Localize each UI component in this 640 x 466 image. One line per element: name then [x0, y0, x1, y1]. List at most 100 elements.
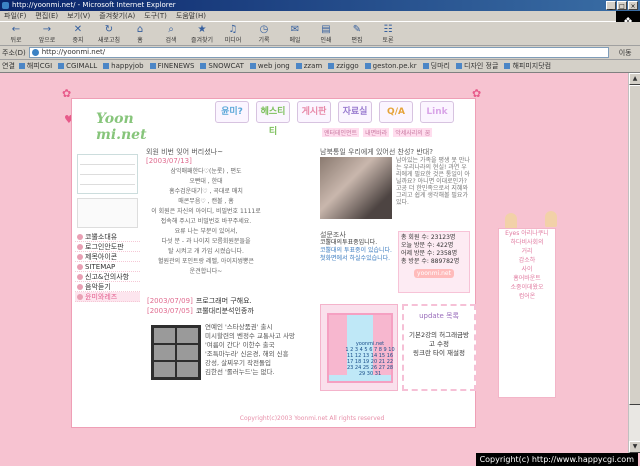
refresh-button[interactable]: ↻ 새로고침	[95, 22, 123, 44]
print-button[interactable]: ▤ 인쇄	[312, 22, 340, 44]
nav-qa[interactable]: Q/A	[379, 101, 413, 123]
nav-intro[interactable]: 윤미?	[215, 101, 249, 123]
toolbar: ← 뒤로 → 앞으로 ✕ 중지 ↻ 새로고침 ⌂ 홈 ⌕ 검색 ★ 즐겨찾기 ♫ 미디어 ◷ 기록…	[0, 22, 640, 46]
qa-row[interactable]: [2003/07/05] 코뿔대리분석인종까	[147, 306, 315, 316]
link-item[interactable]: SNOWCAT	[200, 62, 244, 70]
nav-board[interactable]: 게시판	[297, 101, 331, 123]
site-logo[interactable]: Yoon mi.net	[82, 103, 152, 143]
refresh-icon: ↻	[104, 24, 114, 35]
menu-item[interactable]: SITEMAP	[75, 262, 140, 272]
print-icon: ▤	[321, 24, 331, 35]
side-item[interactable]: 거리	[499, 248, 555, 256]
notice-title[interactable]: 외원 비번 잊어 버리셨나~	[146, 148, 223, 156]
stop-icon: ✕	[73, 24, 83, 35]
poll-result[interactable]: 코뿔대의 투표중이 있습니다. 첫화면에서 하실수있습니다.	[320, 247, 392, 263]
forward-button[interactable]: → 앞으로	[33, 22, 61, 44]
menu-favorites[interactable]: 즐겨찾기(A)	[99, 11, 135, 21]
subnav-item[interactable]: 악세사리의 꿈	[393, 128, 433, 137]
nav-link[interactable]: Link	[420, 101, 454, 123]
link-item[interactable]: 해피미지닷컴	[504, 61, 551, 71]
menu-bar: 파일(F) 편집(E) 보기(V) 즐겨찾기(A) 도구(T) 도움말(H) ❖	[0, 11, 640, 33]
side-item[interactable]: 감소하	[499, 257, 555, 265]
feature-title[interactable]: 남북통일 우리에게 있어선 찬성? 반대?	[320, 147, 470, 157]
link-item[interactable]: 딩마리	[423, 61, 450, 71]
address-input[interactable]: http://yoonmi.net/	[28, 47, 609, 58]
link-item[interactable]: web jong	[250, 62, 290, 70]
menu-file[interactable]: 파일(F)	[4, 11, 26, 21]
gallery-photo[interactable]	[151, 325, 201, 380]
side-item[interactable]: 홈어바운트	[499, 275, 555, 283]
menu-item[interactable]: 코뿔소대유	[75, 232, 140, 242]
gallery-list: 연예인 '스타상품권' 출시 미시할련의 벤정수 교통사고 사망 '여름이 간다…	[205, 323, 313, 377]
link-item[interactable]: FINENEWS	[150, 62, 195, 70]
notice-line: 혈원관의 포인트랑 레벨, 아이지썽뽕은	[158, 258, 254, 265]
back-button[interactable]: ← 뒤로	[2, 22, 30, 44]
side-item[interactable]: 컴어온	[499, 293, 555, 301]
feature-photo	[320, 157, 392, 219]
menu-item[interactable]: 신고&건의사항	[75, 272, 140, 282]
link-item[interactable]: geston.pe.kr	[365, 62, 417, 70]
go-button[interactable]: 이동	[619, 48, 632, 58]
link-item[interactable]: zzam	[296, 62, 322, 70]
link-item[interactable]: zziggo	[328, 62, 358, 70]
side-item[interactable]: 하다비사회의	[499, 239, 555, 247]
menu-view[interactable]: 보기(V)	[67, 11, 90, 21]
menu-item[interactable]: 로그인안도판	[75, 242, 140, 252]
menu-item[interactable]: 제목아이콘	[75, 252, 140, 262]
vertical-scrollbar[interactable]: ▲ ▼	[628, 73, 640, 453]
poll-block: 설문조사 코뿔대의투표중입니다. 코뿔대의 투표중이 있습니다. 첫화면에서 하…	[320, 231, 392, 263]
menu-tools[interactable]: 도구(T)	[144, 11, 167, 21]
notice-line: 접속해 주시고 비밀번호 바꾸주세요.	[160, 218, 252, 225]
gallery-item[interactable]: 연예인 '스타상품권' 출시	[205, 323, 313, 332]
nav-hestiti[interactable]: 헤스티티	[256, 101, 290, 137]
nav-archive[interactable]: 자료실	[338, 101, 372, 123]
search-button[interactable]: ⌕ 검색	[157, 22, 185, 44]
favorites-button[interactable]: ★ 즐겨찾기	[188, 22, 216, 44]
subnav-item[interactable]: 내면바라	[363, 128, 390, 137]
history-button[interactable]: ◷ 기록	[250, 22, 278, 44]
menu-help[interactable]: 도움말(H)	[176, 11, 206, 21]
mail-icon: ✉	[290, 24, 300, 35]
link-item[interactable]: 해피CGI	[19, 61, 52, 71]
side-item[interactable]: Eyes 아리나쿠니	[499, 230, 555, 238]
media-button[interactable]: ♫ 미디어	[219, 22, 247, 44]
edit-button[interactable]: ✎ 편집	[343, 22, 371, 44]
qa-row[interactable]: [2003/07/09] 프로그래머 구해요.	[147, 296, 315, 306]
stop-button[interactable]: ✕ 중지	[64, 22, 92, 44]
discuss-button[interactable]: ☷ 토론	[374, 22, 402, 44]
scroll-thumb[interactable]	[629, 85, 640, 405]
scroll-up-icon[interactable]: ▲	[629, 73, 640, 85]
stat-row: 총 회원 수: 23123명	[401, 234, 456, 241]
stats-button[interactable]: yoonmi.net	[414, 269, 454, 278]
menu-item[interactable]: 음악듣기	[75, 282, 140, 292]
link-item[interactable]: 디자인 정글	[456, 61, 498, 71]
gallery-item[interactable]: 미시할련의 벤정수 교통사고 사망	[205, 332, 313, 341]
side-item[interactable]: 소중이데왔오	[499, 284, 555, 292]
link-item[interactable]: happyjob	[103, 62, 143, 70]
gallery-block: 연예인 '스타상품권' 출시 미시할련의 벤정수 교통사고 사망 '여름이 간다…	[147, 321, 315, 383]
stat-row: 총 방문 수: 889782명	[401, 258, 460, 265]
menu-edit[interactable]: 편집(E)	[35, 11, 58, 21]
mail-button[interactable]: ✉ 메일	[281, 22, 309, 44]
doll-icon	[545, 211, 557, 227]
banner-box[interactable]	[77, 198, 138, 228]
scroll-down-icon[interactable]: ▼	[629, 441, 640, 453]
gallery-item[interactable]: '조특마누라' 신은경, 해외 신흥	[205, 350, 313, 359]
notice-date: [2003/07/13]	[146, 157, 192, 165]
logo-text: Yoon mi.net	[96, 111, 147, 143]
minimize-button[interactable]: _	[606, 1, 616, 10]
login-box[interactable]	[77, 154, 138, 194]
gallery-item[interactable]: 강성, 살찌우기 작전돌입	[205, 359, 313, 368]
link-item[interactable]: CGIMALL	[58, 62, 97, 70]
home-button[interactable]: ⌂ 홈	[126, 22, 154, 44]
side-item[interactable]: 사이	[499, 266, 555, 274]
maximize-button[interactable]: □	[617, 1, 627, 10]
update-box: update 목록 기본2강의 허그래금방 고 수정 링크란 타이 재설정	[402, 304, 476, 391]
close-button[interactable]: ×	[628, 1, 638, 10]
gallery-item[interactable]: 김한선 '롤러누드'는 없다.	[205, 368, 313, 377]
side-menu: 코뿔소대유 로그인안도판 제목아이콘 SITEMAP 신고&건의사항 음악듣기 …	[75, 232, 140, 302]
subnav-item[interactable]: 엔터테인먼트	[322, 128, 360, 137]
stat-row: 어제 방문 수: 2358명	[401, 250, 458, 257]
menu-item[interactable]: 윤미와레즈	[75, 292, 140, 302]
gallery-item[interactable]: '여름이 간다' 이한수 출국	[205, 341, 313, 350]
